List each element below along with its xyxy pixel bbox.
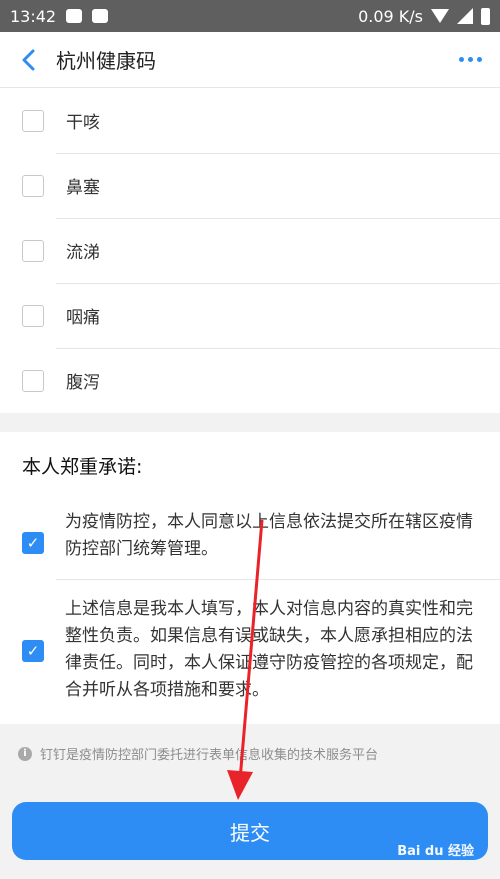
checked-checkbox[interactable]: ✓ xyxy=(22,532,44,554)
platform-info-text: 钉钉是疫情防控部门委托进行表单信息收集的技术服务平台 xyxy=(40,748,379,763)
symptom-row[interactable]: 干咳 xyxy=(0,88,500,153)
symptom-row[interactable]: 流涕 xyxy=(0,218,500,283)
symptom-checkbox[interactable] xyxy=(22,369,44,392)
back-button[interactable] xyxy=(0,32,56,88)
platform-info: i 钉钉是疫情防控部门委托进行表单信息收集的技术服务平台 xyxy=(18,744,378,763)
info-icon: i xyxy=(18,746,32,761)
symptom-label: 干咳 xyxy=(66,113,100,133)
status-time: 13:42 xyxy=(10,6,57,26)
wifi-icon xyxy=(431,9,449,23)
divider xyxy=(56,579,500,580)
more-options-button[interactable] xyxy=(440,32,500,88)
symptom-checkbox[interactable] xyxy=(22,174,44,197)
baidu-watermark: Bai du 经验 xyxy=(397,844,474,859)
nav-bar: 杭州健康码 xyxy=(0,32,500,88)
symptom-label: 腹泻 xyxy=(66,373,100,393)
checked-checkbox[interactable]: ✓ xyxy=(22,640,44,662)
symptom-checkbox[interactable] xyxy=(22,304,44,327)
symptom-checkbox[interactable] xyxy=(22,109,44,132)
more-dot-icon xyxy=(458,57,464,62)
chevron-left-icon xyxy=(22,49,35,70)
battery-icon xyxy=(481,7,490,25)
symptom-label: 咽痛 xyxy=(66,308,100,328)
more-dot-icon xyxy=(467,57,473,62)
symptom-checkbox[interactable] xyxy=(22,239,44,262)
image-notification-icon xyxy=(92,9,109,23)
status-bar: 13:42 0.09 K/s xyxy=(0,0,500,32)
promise-text: 为疫情防控，本人同意以上信息依法提交所在辖区疫情防控部门统筹管理。 xyxy=(65,512,473,559)
promise-section: 本人郑重承诺: ✓ 为疫情防控，本人同意以上信息依法提交所在辖区疫情防控部门统筹… xyxy=(0,432,500,724)
symptom-row[interactable]: 咽痛 xyxy=(0,283,500,348)
symptom-list: 干咳 鼻塞 流涕 咽痛 腹泻 xyxy=(0,88,500,413)
symptom-row[interactable]: 腹泻 xyxy=(0,348,500,413)
promise-item[interactable]: ✓ 上述信息是我本人填写，本人对信息内容的真实性和完整性负责。如果信息有误或缺失… xyxy=(0,592,500,712)
network-speed: 0.09 K/s xyxy=(358,6,423,26)
promise-text: 上述信息是我本人填写，本人对信息内容的真实性和完整性负责。如果信息有误或缺失，本… xyxy=(65,599,473,700)
symptom-label: 鼻塞 xyxy=(66,178,100,198)
page-title: 杭州健康码 xyxy=(56,49,156,73)
promise-title: 本人郑重承诺: xyxy=(22,456,143,478)
more-dot-icon xyxy=(476,57,482,62)
symptom-row[interactable]: 鼻塞 xyxy=(0,153,500,218)
promise-item[interactable]: ✓ 为疫情防控，本人同意以上信息依法提交所在辖区疫情防控部门统筹管理。 xyxy=(0,505,500,581)
symptom-label: 流涕 xyxy=(66,243,100,263)
chat-notification-icon xyxy=(66,9,83,23)
signal-icon xyxy=(457,8,473,24)
